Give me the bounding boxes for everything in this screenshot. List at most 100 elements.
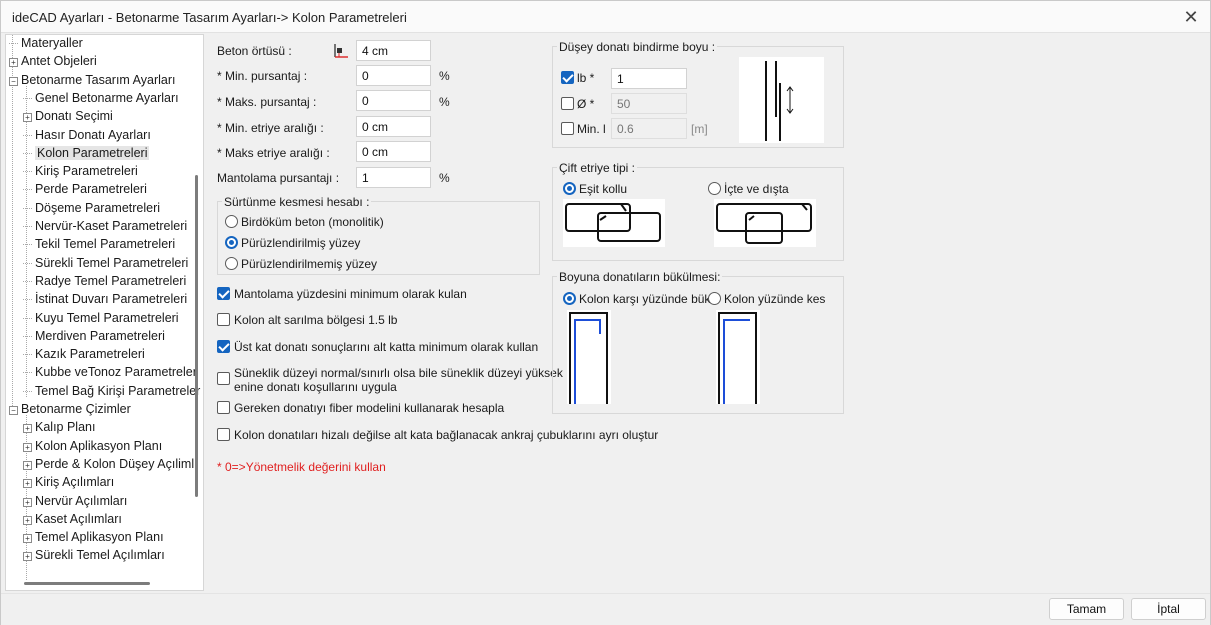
expand-icon[interactable]: + — [23, 497, 32, 507]
phi-input[interactable] — [611, 93, 687, 114]
tree-item[interactable]: + Donatı Seçimi — [23, 108, 113, 125]
yuzde-kes-illustration — [716, 310, 760, 404]
tree-item[interactable]: Sürekli Temel Parametreleri — [23, 255, 188, 272]
min-l-input[interactable] — [611, 118, 687, 139]
check-ust-kat[interactable] — [217, 340, 230, 353]
tree-item[interactable]: + Sürekli Temel Açılımları — [23, 547, 165, 564]
tree-item-label: Kalıp Planı — [35, 420, 96, 435]
cancel-button[interactable]: İptal — [1131, 598, 1206, 620]
mantolama-input[interactable] — [356, 167, 431, 188]
tree-item[interactable]: Kolon Parametreleri — [23, 145, 150, 162]
tree-item[interactable]: + Antet Objeleri — [9, 53, 97, 70]
lb-input[interactable] — [611, 68, 687, 89]
tree-item-label: Nervür Açılımları — [35, 493, 128, 508]
mantolama-unit: % — [439, 171, 450, 185]
tree-item[interactable]: Tekil Temel Parametreleri — [23, 236, 175, 253]
maks-etriye-input[interactable] — [356, 141, 431, 162]
expand-icon[interactable]: + — [23, 515, 32, 525]
tree-item[interactable]: Radye Temel Parametreleri — [23, 273, 186, 290]
tree-item[interactable]: İstinat Duvarı Parametreleri — [23, 291, 187, 308]
check-lb[interactable] — [561, 71, 574, 84]
tree-item[interactable]: + Kiriş Açılımları — [23, 474, 114, 491]
tree-connector — [23, 134, 32, 136]
radio-puruzlu[interactable] — [225, 236, 238, 249]
check-phi[interactable] — [561, 97, 574, 110]
check-fiber[interactable] — [217, 401, 230, 414]
radio-yuzde-kes[interactable] — [708, 292, 721, 305]
tree-item[interactable]: Merdiven Parametreleri — [23, 328, 165, 345]
check-suneklik[interactable] — [217, 372, 230, 385]
tree-connector — [23, 97, 32, 99]
tree-item-label: Kiriş Açılımları — [35, 475, 115, 490]
tree-item-label: Temel Aplikasyon Planı — [35, 530, 164, 545]
check-fiber-label: Gereken donatıyı fiber modelini kullanar… — [234, 401, 505, 415]
radio-karsi-yuzde-buk[interactable] — [563, 292, 576, 305]
tree-item[interactable]: Genel Betonarme Ayarları — [23, 90, 179, 107]
tree-item[interactable]: Perde Parametreleri — [23, 181, 147, 198]
cift-etriye-title: Çift etriye tipi : — [557, 161, 638, 175]
expand-icon[interactable]: + — [23, 460, 32, 470]
tree-item[interactable]: − Betonarme Tasarım Ayarları — [9, 72, 175, 89]
tree-item[interactable]: + Kalıp Planı — [23, 419, 95, 436]
collapse-icon[interactable]: − — [9, 406, 18, 415]
radio-yuzde-kes-label: Kolon yüzünde kes — [724, 292, 826, 306]
min-pursantaj-label: * Min. pursantaj : — [217, 69, 308, 83]
tree-item[interactable]: + Kolon Aplikasyon Planı — [23, 438, 162, 455]
tree-item[interactable]: + Kaset Açılımları — [23, 511, 122, 528]
tree-item-label: Betonarme Çizimler — [21, 402, 131, 416]
tree-connector — [23, 335, 32, 337]
radio-puruzsuz[interactable] — [225, 257, 238, 270]
min-etriye-input[interactable] — [356, 116, 431, 137]
expand-icon[interactable]: + — [23, 534, 32, 544]
tree-item-label: Perde & Kolon Düşey Açıliml — [35, 456, 195, 471]
expand-icon[interactable]: + — [9, 58, 18, 68]
expand-icon[interactable]: + — [23, 479, 32, 489]
tree-item-label: Kolon Parametreleri — [35, 145, 150, 160]
cover-icon — [334, 44, 348, 58]
tree-item[interactable]: + Nervür Açılımları — [23, 493, 127, 510]
radio-monolitik[interactable] — [225, 215, 238, 228]
tree-item[interactable]: − Betonarme Çizimler — [9, 401, 131, 418]
check-ankraj-label: Kolon donatıları hizalı değilse alt kata… — [234, 428, 659, 442]
expand-icon[interactable]: + — [23, 442, 32, 452]
tree-connector — [23, 299, 32, 301]
maks-pursantaj-label: * Maks. pursantaj : — [217, 95, 317, 109]
check-ankraj[interactable] — [217, 428, 230, 441]
phi-label: Ø * — [577, 97, 595, 111]
tree-item[interactable]: + Perde & Kolon Düşey Açıliml — [23, 456, 194, 473]
maks-pursantaj-input[interactable] — [356, 90, 431, 111]
tree-item-label: Hasır Donatı Ayarları — [35, 127, 151, 142]
expand-icon[interactable]: + — [23, 113, 32, 123]
check-min-l[interactable] — [561, 122, 574, 135]
expand-icon[interactable]: + — [23, 424, 32, 434]
tree-item[interactable]: Nervür-Kaset Parametreleri — [23, 218, 187, 235]
tree-item-label: Kazık Parametreleri — [35, 347, 145, 362]
tree-item[interactable]: Kuyu Temel Parametreleri — [23, 310, 179, 327]
tree-item[interactable]: + Temel Aplikasyon Planı — [23, 529, 164, 546]
beton-ortusu-input[interactable] — [356, 40, 431, 61]
tree-connector — [23, 280, 32, 282]
tree-item[interactable]: Materyaller — [9, 35, 83, 52]
radio-karsi-yuzde-buk-label: Kolon karşı yüzünde bük — [579, 292, 711, 306]
expand-icon[interactable]: + — [23, 552, 32, 562]
settings-tree[interactable]: Materyaller + Antet Objeleri − Betonarme Tas… — [5, 34, 204, 591]
tree-item[interactable]: Kazık Parametreleri — [23, 346, 145, 363]
tree-item[interactable]: Hasır Donatı Ayarları — [23, 127, 151, 144]
radio-icte-dista[interactable] — [708, 182, 721, 195]
tree-item[interactable]: Kiriş Parametreleri — [23, 163, 138, 180]
collapse-icon[interactable]: − — [9, 76, 18, 86]
tree-connector — [23, 390, 32, 392]
tree-item[interactable]: Kubbe veTonoz Parametreler — [23, 364, 197, 381]
check-mantolama-min[interactable] — [217, 287, 230, 300]
close-icon[interactable]: ✕ — [1178, 4, 1204, 30]
tree-vertical-scrollbar[interactable] — [195, 175, 198, 497]
check-alt-sarilma[interactable] — [217, 313, 230, 326]
ok-button[interactable]: Tamam — [1049, 598, 1124, 620]
tree-item[interactable]: Döşeme Parametreleri — [23, 200, 160, 217]
radio-puruzsuz-label: Pürüzlendirilmemiş yüzey — [241, 257, 378, 271]
tree-item[interactable]: Temel Bağ Kirişi Parametreler — [23, 383, 200, 400]
tree-item-label: Tekil Temel Parametreleri — [35, 237, 176, 252]
min-pursantaj-input[interactable] — [356, 65, 431, 86]
radio-esit-kollu[interactable] — [563, 182, 576, 195]
tree-horizontal-scrollbar[interactable] — [24, 582, 150, 585]
